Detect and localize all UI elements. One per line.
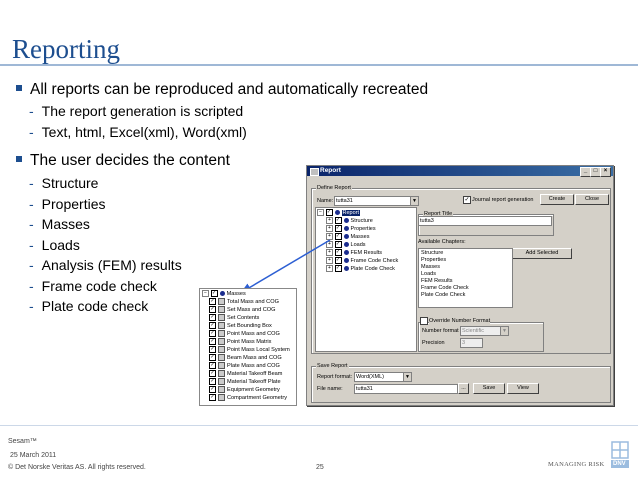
table-icon: [218, 322, 225, 329]
table-icon: [218, 362, 225, 369]
table-icon: [218, 386, 225, 393]
checkbox-icon[interactable]: ✓: [209, 338, 216, 345]
popup-item[interactable]: ✓ Point Mass and COG: [209, 330, 280, 337]
checkbox-icon[interactable]: ✓: [209, 386, 216, 393]
footer-date: 25 March 2011: [10, 452, 57, 459]
masses-popup: − ✓ Masses ✓ Total Mass and COG ✓ Set Mass …: [199, 288, 297, 406]
checkbox-icon[interactable]: ✓: [209, 378, 216, 385]
table-icon: [218, 370, 225, 377]
checkbox-icon[interactable]: ✓: [209, 314, 216, 321]
checkbox-icon[interactable]: ✓: [209, 346, 216, 353]
checkbox-icon[interactable]: ✓: [209, 394, 216, 401]
table-icon: [218, 314, 225, 321]
node-icon: [219, 291, 225, 296]
popup-item[interactable]: ✓ Beam Mass and COG: [209, 354, 282, 361]
popup-item[interactable]: ✓ Compartment Geometry: [209, 394, 287, 401]
collapse-icon[interactable]: −: [202, 290, 209, 297]
footer-copyright: © Det Norske Veritas AS. All rights rese…: [8, 464, 146, 471]
table-icon: [218, 338, 225, 345]
table-icon: [218, 298, 225, 305]
checkbox-icon[interactable]: ✓: [209, 330, 216, 337]
popup-item[interactable]: ✓ Material Takeoff Beam: [209, 370, 282, 377]
popup-item[interactable]: ✓ Set Mass and COG: [209, 306, 276, 313]
popup-item[interactable]: ✓ Point Mass Matrix: [209, 338, 271, 345]
table-icon: [218, 394, 225, 401]
checkbox-icon[interactable]: ✓: [210, 290, 218, 297]
checkbox-icon[interactable]: ✓: [209, 354, 216, 361]
popup-item[interactable]: ✓ Total Mass and COG: [209, 298, 279, 305]
popup-item[interactable]: ✓ Equipment Geometry: [209, 386, 280, 393]
footer-tagline: MANAGING RISK: [548, 461, 605, 468]
footer-product: Sesam™: [8, 438, 37, 445]
page-number: 25: [316, 464, 324, 471]
popup-item[interactable]: ✓ Plate Mass and COG: [209, 362, 280, 369]
popup-item[interactable]: ✓ Set Contents: [209, 314, 259, 321]
checkbox-icon[interactable]: ✓: [209, 370, 216, 377]
dnv-logo-text: DNV: [613, 461, 626, 467]
footer-rule: [0, 425, 638, 426]
dnv-logo: DNV: [611, 441, 629, 469]
table-icon: [218, 330, 225, 337]
popup-item[interactable]: ✓ Set Bounding Box: [209, 322, 272, 329]
table-icon: [218, 354, 225, 361]
popup-item[interactable]: ✓ Material Takeoff Plate: [209, 378, 281, 385]
checkbox-icon[interactable]: ✓: [209, 306, 216, 313]
checkbox-icon[interactable]: ✓: [209, 362, 216, 369]
popup-root[interactable]: − ✓ Masses: [202, 290, 246, 297]
table-icon: [218, 346, 225, 353]
checkbox-icon[interactable]: ✓: [209, 298, 216, 305]
table-icon: [218, 378, 225, 385]
callout-arrow: [240, 239, 331, 293]
checkbox-icon[interactable]: ✓: [209, 322, 216, 329]
table-icon: [218, 306, 225, 313]
popup-item[interactable]: ✓ Point Mass Local System: [209, 346, 290, 353]
